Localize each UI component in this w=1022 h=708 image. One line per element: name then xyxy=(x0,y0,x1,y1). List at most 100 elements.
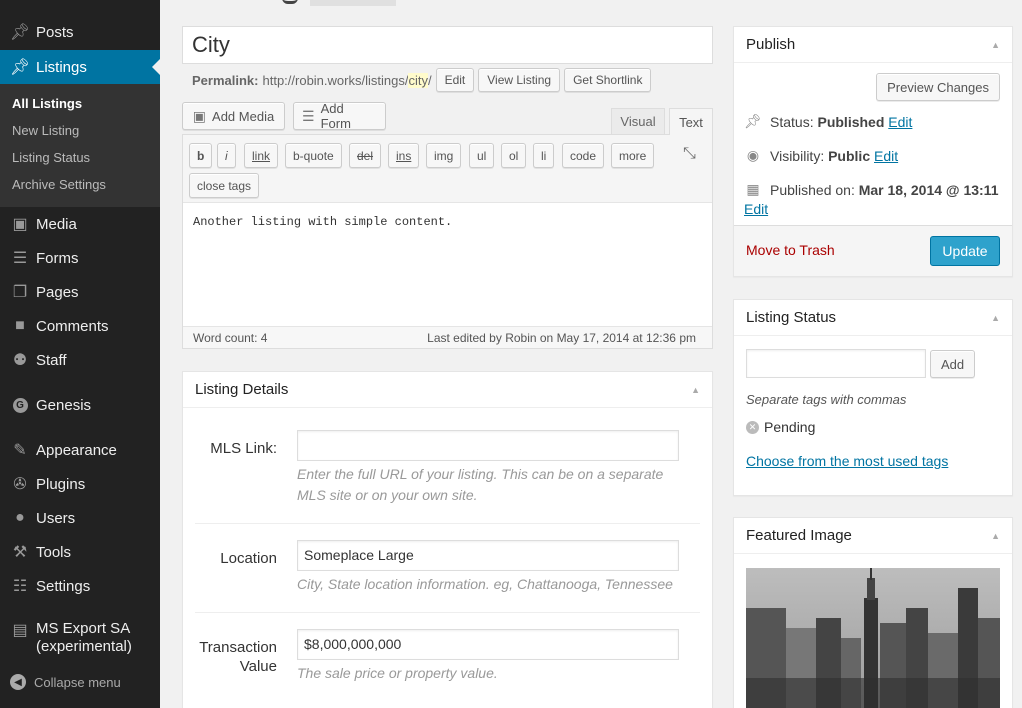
menu-staff[interactable]: ⚉ Staff xyxy=(0,343,160,377)
location-label: Location xyxy=(220,550,277,567)
divider xyxy=(195,523,700,524)
move-to-trash-link[interactable]: Move to Trash xyxy=(746,242,835,258)
menu-listings[interactable]: 📌︎ Listings xyxy=(0,50,160,84)
tab-visual[interactable]: Visual xyxy=(611,108,665,135)
qt-ul-button[interactable]: ul xyxy=(469,143,495,168)
menu-forms[interactable]: ☰ Forms xyxy=(0,241,160,275)
menu-genesis[interactable]: G Genesis xyxy=(0,388,160,422)
qt-italic-button[interactable]: i xyxy=(217,143,236,168)
featured-image[interactable] xyxy=(746,568,1000,708)
collapse-arrow-icon[interactable]: ▲ xyxy=(991,531,1000,541)
qt-li-button[interactable]: li xyxy=(533,143,555,168)
fullscreen-icon[interactable]: ⤡ xyxy=(683,145,696,163)
settings-icon: ☷ xyxy=(12,578,28,595)
menu-settings[interactable]: ☷ Settings xyxy=(0,569,160,603)
remove-tag-icon[interactable]: ✕ xyxy=(746,420,759,434)
media-icon: ▣ xyxy=(12,216,28,233)
menu-ms-export-label: MS Export SA xyxy=(36,620,131,637)
add-tag-button[interactable]: Add xyxy=(930,350,976,378)
permalink-label: Permalink: xyxy=(192,72,259,88)
listing-details-box: Listing Details ▲ MLS Link: Enter the ful… xyxy=(182,371,713,708)
submenu-all-listings[interactable]: All Listings xyxy=(12,96,82,111)
menu-posts[interactable]: 📌︎ Posts xyxy=(0,15,160,49)
qt-link-button[interactable]: link xyxy=(244,143,279,168)
published-on-row: ▦ Published on: Mar 18, 2014 @ 13:11 xyxy=(744,181,998,198)
publish-box: Publish ▲ Preview Changes 📌︎ Status: Publi… xyxy=(733,26,1013,277)
update-button[interactable]: Update xyxy=(930,236,1000,266)
submenu-new-listing[interactable]: New Listing xyxy=(12,123,79,138)
menu-users[interactable]: ● Users xyxy=(0,501,160,535)
mls-link-input[interactable] xyxy=(297,430,679,461)
qt-del-button[interactable]: del xyxy=(349,143,382,168)
plug-icon: ✇ xyxy=(13,476,27,493)
add-form-button[interactable]: ☰ Add Form xyxy=(293,101,386,131)
forms-icon: ☰ xyxy=(12,250,28,267)
transaction-value-input[interactable]: $8,000,000,000 xyxy=(297,629,679,660)
edit-date-link[interactable]: Edit xyxy=(744,201,768,217)
get-shortlink-button[interactable]: Get Shortlink xyxy=(564,68,652,92)
preview-changes-button[interactable]: Preview Changes xyxy=(876,73,1000,101)
editor-textarea[interactable]: Another listing with simple content. xyxy=(193,215,452,229)
collapse-arrow-icon[interactable]: ▲ xyxy=(991,40,1000,50)
submenu-listing-status[interactable]: Listing Status xyxy=(12,150,90,165)
status-row: 📌︎ Status: Published Edit xyxy=(744,113,913,130)
qt-bold-button[interactable]: b xyxy=(189,143,213,168)
edit-visibility-link[interactable]: Edit xyxy=(874,148,898,164)
tags-hint: Separate tags with commas xyxy=(746,392,907,407)
publish-header[interactable]: Publish ▲ xyxy=(734,27,1012,63)
genesis-icon: G xyxy=(10,395,30,415)
collapse-menu-button[interactable]: ◀ Collapse menu xyxy=(10,674,121,690)
visibility-row: ◉ Visibility: Public Edit xyxy=(744,147,898,164)
qt-close-tags-button[interactable]: close tags xyxy=(189,173,260,198)
title-input[interactable]: City xyxy=(182,26,713,64)
qt-ol-button[interactable]: ol xyxy=(501,143,527,168)
eye-icon: ◉ xyxy=(746,147,760,163)
menu-tools[interactable]: ⚒ Tools xyxy=(0,535,160,569)
qt-code-button[interactable]: code xyxy=(562,143,605,168)
mls-link-label: MLS Link: xyxy=(210,440,277,457)
menu-media[interactable]: ▣ Media xyxy=(0,207,160,241)
city-skyline-image xyxy=(746,568,1000,708)
collapse-arrow-icon[interactable]: ▲ xyxy=(991,313,1000,323)
tag-pending: ✕ Pending xyxy=(746,419,815,435)
submenu-archive-settings[interactable]: Archive Settings xyxy=(12,177,106,192)
qt-ins-button[interactable]: ins xyxy=(388,143,420,168)
tab-text[interactable]: Text xyxy=(669,108,713,135)
heading-fragment xyxy=(282,0,298,4)
media-icon: ▣ xyxy=(192,107,207,124)
featured-image-header[interactable]: Featured Image ▲ xyxy=(734,518,1012,554)
permalink-base: http://robin.works/listings/ xyxy=(262,72,409,88)
permalink-slug: city xyxy=(408,72,428,88)
edit-status-link[interactable]: Edit xyxy=(888,114,912,130)
featured-image-box: Featured Image ▲ xyxy=(733,517,1013,708)
qt-more-button[interactable]: more xyxy=(611,143,655,168)
location-desc: City, State location information. eg, Ch… xyxy=(297,576,673,592)
menu-appearance[interactable]: ✎ Appearance xyxy=(0,433,160,467)
add-new-button-fragment xyxy=(310,0,396,6)
menu-comments[interactable]: ■ Comments xyxy=(0,309,160,343)
collapse-arrow-icon: ◀ xyxy=(10,674,26,690)
location-input[interactable]: Someplace Large xyxy=(297,540,679,571)
staff-icon: ⚉ xyxy=(12,352,28,369)
listing-details-header[interactable]: Listing Details ▲ xyxy=(183,372,712,408)
mls-link-desc: Enter the full URL of your listing. This… xyxy=(297,466,664,503)
new-tag-input[interactable] xyxy=(746,349,926,378)
listing-status-header[interactable]: Listing Status ▲ xyxy=(734,300,1012,336)
menu-pages[interactable]: ❐ Pages xyxy=(0,275,160,309)
menu-plugins[interactable]: ✇ Plugins xyxy=(0,467,160,501)
pin-icon: 📌︎ xyxy=(744,113,762,129)
form-icon: ☰ xyxy=(302,107,315,124)
most-used-tags-link[interactable]: Choose from the most used tags xyxy=(746,453,948,469)
menu-ms-export[interactable]: ▤ MS Export SA (experimental) xyxy=(0,620,160,662)
collapse-arrow-icon[interactable]: ▲ xyxy=(691,385,700,395)
permalink-end: / xyxy=(427,72,432,88)
add-media-button[interactable]: ▣ Add Media xyxy=(182,102,285,130)
qt-img-button[interactable]: img xyxy=(426,143,462,168)
edit-permalink-button[interactable]: Edit xyxy=(435,68,475,92)
publish-actions: Move to Trash Update xyxy=(734,225,1012,276)
editor-status-bar: Word count: 4 Last edited by Robin on Ma… xyxy=(183,326,712,348)
quicktags-toolbar: b i link b-quote del ins img ul ol li co… xyxy=(183,135,712,203)
view-listing-button[interactable]: View Listing xyxy=(478,68,561,92)
qt-bquote-button[interactable]: b-quote xyxy=(285,143,342,168)
listing-status-box: Listing Status ▲ Add Separate tags with c… xyxy=(733,299,1013,496)
